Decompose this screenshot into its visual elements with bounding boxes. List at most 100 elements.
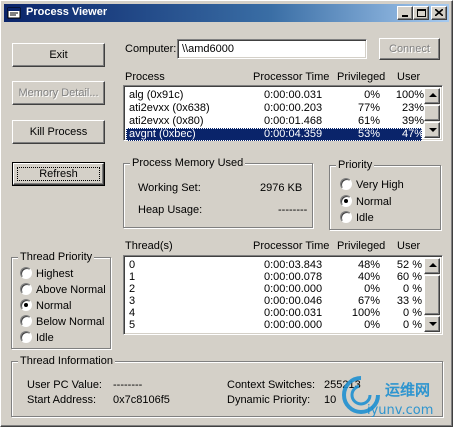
scroll-up-button[interactable] xyxy=(424,88,440,104)
process-list[interactable]: alg (0x91c) 0:00:00.031 0% 100% ati2evxx… xyxy=(123,85,443,141)
priority-normal-radio[interactable]: Normal xyxy=(340,195,391,209)
thread-priority-normal-label: Normal xyxy=(36,300,72,312)
process-time: 0:00:04.359 xyxy=(264,128,323,140)
radio-circle-icon xyxy=(20,267,32,279)
thread-priority-below-normal-label: Below Normal xyxy=(36,316,105,328)
thread-user-column-header: User xyxy=(397,240,421,252)
scroll-thumb[interactable] xyxy=(424,275,440,315)
process-privileged: 77% xyxy=(357,102,380,114)
thread-priority-highest-radio[interactable]: Highest xyxy=(20,267,73,281)
watermark-cn-text: 运维网 xyxy=(385,381,431,399)
thread-id: 5 xyxy=(129,319,136,331)
exit-button[interactable]: Exit xyxy=(12,43,105,67)
radio-circle-icon xyxy=(20,283,32,295)
thread-priority-idle-radio[interactable]: Idle xyxy=(20,331,54,345)
priority-idle-radio[interactable]: Idle xyxy=(340,211,374,225)
radio-circle-icon xyxy=(20,331,32,343)
process-row[interactable]: ati2evxx (0x638) 0:00:00.203 77% 23% xyxy=(126,102,440,115)
priority-idle-label: Idle xyxy=(356,212,374,224)
thread-priority-below-normal-radio[interactable]: Below Normal xyxy=(20,315,104,329)
process-memory-title: Process Memory Used xyxy=(130,157,246,169)
computer-field-value: \\amd6000 xyxy=(182,43,234,55)
close-icon xyxy=(435,9,443,16)
process-user: 47% xyxy=(401,128,424,140)
process-name: avgnt (0xbec) xyxy=(129,128,196,140)
app-icon xyxy=(7,7,21,19)
maximize-icon xyxy=(417,9,426,17)
priority-group: Priority Very High Normal Idle xyxy=(329,159,441,230)
process-viewer-window: Process Viewer Exit Memory Detail... Kil… xyxy=(0,0,453,427)
start-address-value: 0x7c8106f5 xyxy=(113,394,170,406)
process-time: 0:00:00.031 xyxy=(264,89,323,101)
thread-priority-above-normal-radio[interactable]: Above Normal xyxy=(20,283,106,297)
threads-list[interactable]: 0 0:00:03.843 48% 52 % 1 0:00:00.078 40%… xyxy=(123,255,443,335)
processor-time-column-header: Processor Time xyxy=(253,71,330,83)
process-privileged: 61% xyxy=(357,115,380,127)
start-address-label: Start Address: xyxy=(27,394,97,406)
watermark: 运维网 iyunv.com xyxy=(341,373,451,423)
thread-priority-group: Thread Priority Highest Above Normal Nor… xyxy=(11,251,111,349)
connect-button[interactable]: Connect xyxy=(379,38,440,60)
context-switches-label: Context Switches: xyxy=(227,379,316,391)
thread-priority-above-normal-label: Above Normal xyxy=(36,284,106,296)
watermark-url-text: iyunv.com xyxy=(367,403,434,418)
process-list-scrollbar[interactable] xyxy=(424,88,440,138)
scroll-down-button[interactable] xyxy=(424,316,440,332)
radio-circle-icon xyxy=(340,178,352,190)
process-user: 39% xyxy=(401,115,424,127)
dynamic-priority-value: 10 xyxy=(324,394,337,406)
maximize-button[interactable] xyxy=(413,6,429,20)
thread-time: 0:00:00.000 xyxy=(264,319,323,331)
thread-row[interactable]: 5 0:00:00.000 0% 0 % xyxy=(126,319,440,332)
threads-column-header: Thread(s) xyxy=(125,240,173,252)
window-title: Process Viewer xyxy=(26,6,108,18)
user-column-header: User xyxy=(397,71,421,83)
priority-very-high-label: Very High xyxy=(356,179,404,191)
thread-privileged-column-header: Privileged xyxy=(337,240,386,252)
process-time: 0:00:01.468 xyxy=(264,115,323,127)
arrow-down-icon xyxy=(429,128,437,132)
priority-very-high-radio[interactable]: Very High xyxy=(340,178,404,192)
computer-field[interactable]: \\amd6000 xyxy=(177,39,367,59)
process-memory-group: Process Memory Used Working Set: 2976 KB… xyxy=(123,157,313,228)
process-row[interactable]: ati2evxx (0x80) 0:00:01.468 61% 39% xyxy=(126,115,440,128)
arrow-up-icon xyxy=(429,263,437,267)
heap-usage-label: Heap Usage: xyxy=(138,204,203,216)
arrow-down-icon xyxy=(429,322,437,326)
dynamic-priority-label: Dynamic Priority: xyxy=(227,394,311,406)
process-row-selected[interactable]: avgnt (0xbec) 0:00:04.359 53% 47% xyxy=(126,128,424,141)
process-user: 23% xyxy=(401,102,424,114)
refresh-button[interactable]: Refresh xyxy=(12,162,105,186)
thread-priority-highest-label: Highest xyxy=(36,268,74,280)
working-set-value: 2976 KB xyxy=(260,182,303,194)
radio-circle-icon xyxy=(20,315,32,327)
process-name: ati2evxx (0x638) xyxy=(129,102,210,114)
arrow-up-icon xyxy=(429,93,437,97)
close-button[interactable] xyxy=(431,6,447,20)
process-row[interactable]: alg (0x91c) 0:00:00.031 0% 100% xyxy=(126,89,440,102)
kill-process-button[interactable]: Kill Process xyxy=(12,120,105,144)
scroll-down-button[interactable] xyxy=(424,122,440,138)
thread-priority-normal-radio[interactable]: Normal xyxy=(20,299,71,313)
scroll-up-button[interactable] xyxy=(424,258,440,274)
process-privileged: 53% xyxy=(357,128,380,140)
radio-checked-icon xyxy=(340,195,352,207)
minimize-icon xyxy=(402,15,408,17)
priority-normal-label: Normal xyxy=(356,196,392,208)
memory-detail-button[interactable]: Memory Detail... xyxy=(12,81,105,105)
process-column-header: Process xyxy=(125,71,165,83)
user-pc-value: -------- xyxy=(113,379,143,391)
process-user: 100% xyxy=(395,89,424,101)
radio-circle-icon xyxy=(340,211,352,223)
radio-checked-icon xyxy=(20,299,32,311)
scroll-thumb[interactable] xyxy=(424,105,440,121)
minimize-button[interactable] xyxy=(397,6,413,20)
user-pc-label: User PC Value: xyxy=(27,379,102,391)
thread-privileged: 0% xyxy=(364,319,380,331)
computer-label: Computer: xyxy=(125,43,177,55)
title-bar[interactable]: Process Viewer xyxy=(4,4,449,22)
threads-list-scrollbar[interactable] xyxy=(424,258,440,332)
privileged-column-header: Privileged xyxy=(337,71,386,83)
working-set-label: Working Set: xyxy=(138,182,201,194)
thread-priority-title: Thread Priority xyxy=(18,251,95,263)
